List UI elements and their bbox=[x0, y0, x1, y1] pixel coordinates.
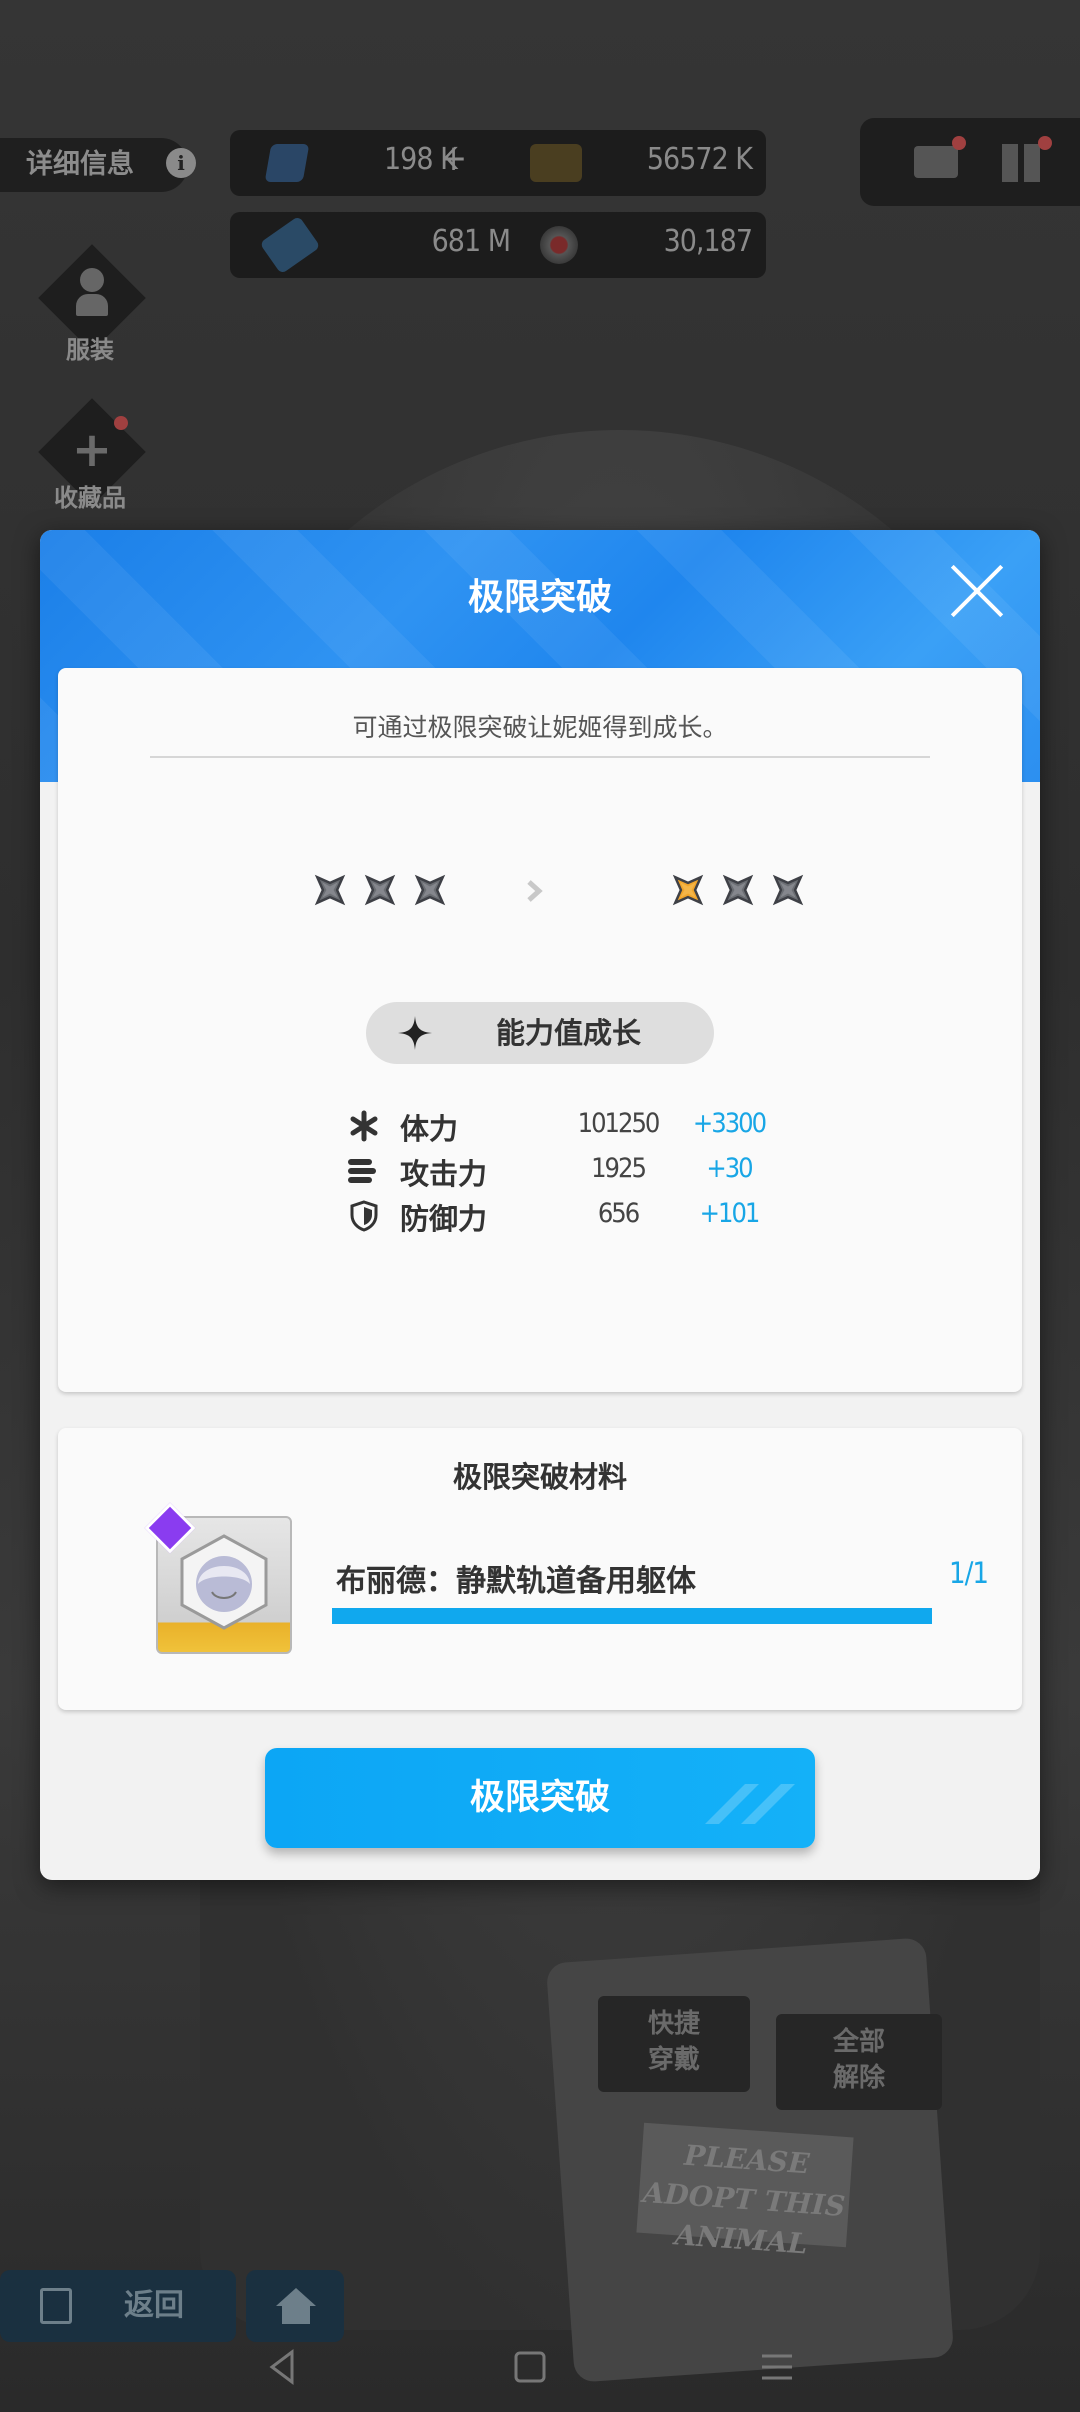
mail-icon[interactable] bbox=[914, 146, 958, 178]
limit-break-dialog: 极限突破 可通过极限突破让妮姬得到成长。 能力值成长 体力 101250 +33… bbox=[40, 530, 1040, 1880]
stat-name: 攻击力 bbox=[400, 1157, 488, 1191]
resource-value: 30,187 bbox=[663, 224, 753, 259]
dialog-title: 极限突破 bbox=[467, 577, 612, 618]
stat-row-hp: 体力 101250 +3300 bbox=[58, 1104, 1022, 1148]
outfit-label: 服装 bbox=[66, 336, 114, 364]
home-icon bbox=[276, 2288, 316, 2306]
notification-dot bbox=[114, 416, 128, 430]
core-icon bbox=[540, 226, 578, 264]
person-icon bbox=[80, 268, 104, 292]
character-portrait-icon bbox=[180, 1534, 268, 1630]
description-text: 可通过极限突破让妮姬得到成长。 bbox=[352, 713, 728, 742]
materials-panel: 极限突破材料 布丽德：静默轨道备用躯体 1/1 bbox=[58, 1428, 1022, 1710]
defense-shield-icon bbox=[350, 1200, 378, 1232]
slash-decoration-icon bbox=[705, 1784, 795, 1824]
stat-value: 101250 bbox=[577, 1108, 661, 1139]
stat-name: 防御力 bbox=[400, 1202, 488, 1236]
star-empty-icon bbox=[360, 870, 400, 910]
chevron-right-icon bbox=[527, 880, 543, 902]
info-icon[interactable]: i bbox=[166, 148, 196, 178]
quick-equip-button[interactable]: 快捷 穿戴 bbox=[598, 1996, 750, 2092]
person-icon-body bbox=[76, 294, 108, 316]
star-empty-icon bbox=[410, 870, 450, 910]
notification-dot bbox=[1038, 136, 1052, 150]
ticket-icon bbox=[264, 144, 310, 182]
battery-icon bbox=[259, 215, 321, 275]
stat-growth-header: 能力值成长 bbox=[366, 1002, 714, 1064]
detail-info-tab[interactable]: 详细信息 bbox=[0, 138, 188, 192]
stat-value: 656 bbox=[597, 1198, 640, 1229]
limit-break-info-panel: 可通过极限突破让妮姬得到成长。 能力值成长 体力 101250 +3300 攻击… bbox=[58, 668, 1022, 1392]
collectibles-label: 收藏品 bbox=[54, 484, 126, 512]
material-name: 布丽德：静默轨道备用躯体 bbox=[336, 1564, 696, 1599]
close-button[interactable] bbox=[948, 562, 1006, 620]
stat-row-attack: 攻击力 1925 +30 bbox=[58, 1149, 1022, 1193]
grid-menu-icon[interactable] bbox=[1002, 144, 1040, 182]
resource-bar-top: 198 K + 56572 K bbox=[230, 130, 766, 196]
sparkle-icon bbox=[398, 1016, 432, 1050]
stat-growth-title: 能力值成长 bbox=[496, 1016, 642, 1050]
stat-increase: +30 bbox=[706, 1153, 753, 1184]
credit-card-icon bbox=[530, 144, 582, 182]
plus-icon: + bbox=[71, 422, 113, 478]
stat-value: 1925 bbox=[591, 1153, 647, 1184]
material-count: 1/1 bbox=[949, 1556, 989, 1590]
resource-bar-bottom: 681 M 30,187 bbox=[230, 212, 766, 278]
plus-icon[interactable]: + bbox=[440, 138, 467, 179]
hp-asterisk-icon bbox=[350, 1110, 378, 1142]
stat-increase: +101 bbox=[699, 1198, 761, 1229]
materials-title: 极限突破材料 bbox=[452, 1460, 627, 1494]
resource-value: 56572 K bbox=[646, 142, 753, 177]
top-right-menu bbox=[860, 118, 1080, 206]
nav-back-icon[interactable] bbox=[258, 2342, 308, 2392]
adopt-sign: PLEASE ADOPT THIS ANIMAL bbox=[636, 2122, 854, 2260]
limit-break-button[interactable]: 极限突破 bbox=[265, 1748, 815, 1848]
system-nav-bar bbox=[0, 2322, 1080, 2412]
resource-value: 681 M bbox=[431, 224, 511, 259]
material-progress-fill bbox=[332, 1608, 932, 1624]
notification-dot bbox=[952, 136, 966, 150]
nav-menu-icon[interactable] bbox=[752, 2342, 802, 2392]
unequip-all-button[interactable]: 全部 解除 bbox=[776, 2014, 942, 2110]
star-empty-icon bbox=[718, 870, 758, 910]
stat-increase: +3300 bbox=[692, 1108, 767, 1139]
stat-name: 体力 bbox=[400, 1112, 459, 1146]
material-progress-bar bbox=[332, 1608, 932, 1624]
exit-icon bbox=[40, 2288, 72, 2324]
divider bbox=[150, 756, 930, 758]
nav-home-icon[interactable] bbox=[505, 2342, 555, 2392]
stat-row-defense: 防御力 656 +101 bbox=[58, 1194, 1022, 1238]
attack-bullets-icon bbox=[348, 1159, 376, 1183]
star-empty-icon bbox=[768, 870, 808, 910]
star-filled-icon bbox=[668, 870, 708, 910]
star-empty-icon bbox=[310, 870, 350, 910]
